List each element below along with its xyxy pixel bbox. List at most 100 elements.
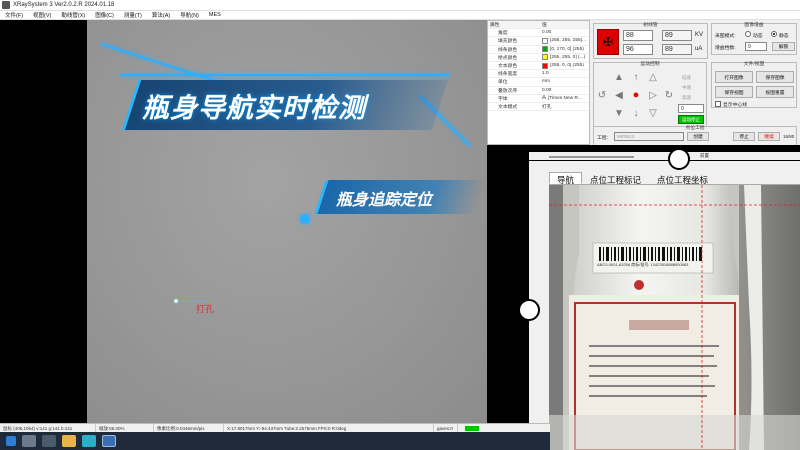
- rotate-cw-icon[interactable]: ↻: [664, 90, 674, 101]
- tab-point-coordinate[interactable]: 点位工程坐标: [649, 172, 716, 185]
- xraysystem-app-icon[interactable]: [102, 435, 116, 447]
- splitter-handle-vertical[interactable]: [518, 299, 540, 321]
- arrow-down-outline-icon[interactable]: ▽: [648, 108, 658, 119]
- control-panel: 射线管 ✠ 88 89 KV 96 89 uA 图像增益 采图模式: 动态 静态…: [590, 20, 800, 145]
- ua-setpoint-input[interactable]: 96: [623, 44, 653, 55]
- edge-browser-icon[interactable]: [82, 435, 96, 447]
- splitter-handle-horizontal[interactable]: [668, 148, 690, 170]
- speed-high[interactable]: 高速: [682, 95, 691, 101]
- tab-point-mark[interactable]: 点位工程标记: [582, 172, 649, 185]
- property-value[interactable]: mm: [542, 79, 589, 84]
- reset-view-button[interactable]: 视图重置: [756, 86, 794, 98]
- gain-label: 增益档数:: [715, 46, 736, 51]
- kv-actual-display: 89: [662, 30, 692, 41]
- property-value[interactable]: 0.00: [542, 88, 589, 93]
- arrow-right-icon[interactable]: ▷: [648, 90, 658, 101]
- xray-image-view[interactable]: [87, 20, 487, 423]
- menu-mes[interactable]: MES: [204, 12, 226, 18]
- main-banner-text: 瓶身导航实时检测: [142, 93, 366, 123]
- property-row[interactable]: 绘点颜色 [255, 255, 0] (...): [488, 54, 589, 62]
- property-value[interactable]: 打孔: [542, 103, 589, 110]
- dynamic-label: 动态: [753, 34, 763, 39]
- task-view-icon[interactable]: [42, 435, 56, 447]
- continue-button[interactable]: 继续: [758, 132, 780, 141]
- speed-mid[interactable]: 中速: [682, 85, 691, 91]
- camera-tabs: 导航 点位工程标记 点位工程坐标: [549, 172, 800, 185]
- xray-power-button[interactable]: ✠: [597, 29, 619, 55]
- property-value-text: [255, 0, 0] (255): [550, 63, 584, 69]
- menu-image[interactable]: 图像(C): [90, 11, 119, 19]
- mode-label: 采图模式:: [715, 34, 736, 39]
- rotate-ccw-icon[interactable]: ↺: [597, 90, 607, 101]
- arrow-down-filled-icon[interactable]: ▼: [614, 108, 624, 119]
- arrow-left-icon[interactable]: ◀: [614, 90, 624, 101]
- arrow-up-filled-icon[interactable]: ▲: [614, 72, 624, 83]
- menu-tube[interactable]: 勒线管(X): [56, 11, 90, 19]
- property-value[interactable]: [0, 170, 0] (255): [542, 46, 589, 53]
- property-value[interactable]: [255, 255, 255]...: [542, 37, 589, 44]
- property-value[interactable]: 0.00: [542, 30, 589, 35]
- property-key: 叠放次序: [498, 88, 518, 94]
- motion-control-title: 运动控制: [640, 62, 660, 67]
- property-row[interactable]: 单位 mm: [488, 78, 589, 87]
- property-value[interactable]: A [Times New R...: [542, 95, 589, 101]
- status-bar: 鼠标 (406,1064) v:141 g:141 b:141 缩放:65.00…: [0, 423, 550, 433]
- center-line-checkbox[interactable]: [715, 101, 721, 107]
- annotation-label[interactable]: 打孔: [196, 302, 214, 315]
- property-row[interactable]: 填充颜色 [255, 255, 255]...: [488, 37, 589, 46]
- project-select[interactable]: MR0913: [614, 132, 684, 141]
- open-image-button[interactable]: 打开图像: [715, 71, 753, 83]
- file-explorer-icon[interactable]: [62, 435, 76, 447]
- property-header-value: 值: [542, 23, 547, 29]
- property-value[interactable]: [255, 255, 0] (...): [542, 54, 589, 61]
- property-value[interactable]: 1.0: [542, 71, 589, 76]
- menu-file[interactable]: 文件(F): [0, 11, 28, 19]
- marker-point[interactable]: [174, 299, 178, 303]
- camera-view[interactable]: ABC0-0001-83256 商标/批号: 13423518888000983: [549, 185, 800, 450]
- property-key: 文本颜色: [498, 64, 518, 70]
- menu-view[interactable]: 视图(V): [28, 11, 56, 19]
- unlock-button[interactable]: 解锁: [772, 42, 795, 51]
- speed-low[interactable]: 低速: [682, 75, 691, 81]
- property-row[interactable]: 线条宽度 1.0: [488, 70, 589, 79]
- property-key: 绘点颜色: [498, 55, 518, 61]
- position-input[interactable]: 0: [678, 104, 704, 113]
- property-row[interactable]: 叠放次序 0.00: [488, 87, 589, 95]
- viewport-margin-left: [0, 20, 87, 423]
- property-key: 字体: [498, 96, 508, 102]
- nav-bar-label: 前置: [700, 153, 709, 158]
- save-image-button[interactable]: 保存图像: [756, 71, 794, 83]
- property-row[interactable]: 字体 A [Times New R...: [488, 95, 589, 103]
- project-label: 工程:: [597, 136, 608, 141]
- project-title: 点位工程: [685, 126, 705, 131]
- search-icon[interactable]: [22, 435, 36, 447]
- kv-setpoint-input[interactable]: 88: [623, 30, 653, 41]
- bottle-barcode-text: ABC0-0001-83256 商标/批号: 13423518888000983: [597, 262, 689, 267]
- home-center-icon[interactable]: ●: [631, 89, 641, 101]
- menu-navigation[interactable]: 导航(N): [175, 11, 204, 19]
- start-icon[interactable]: [6, 436, 16, 446]
- property-row[interactable]: 线条颜色 [0, 170, 0] (255): [488, 46, 589, 54]
- gain-select[interactable]: 9: [745, 42, 767, 51]
- property-grid: 属性 值 角度 0.00 填充颜色 [255, 255, 255]... 线条颜色 […: [487, 20, 590, 145]
- static-radio[interactable]: [771, 31, 777, 37]
- property-row[interactable]: 角度 0.00: [488, 29, 589, 38]
- nav-slider-track[interactable]: [549, 156, 634, 158]
- arrow-down-icon[interactable]: ↓: [631, 108, 641, 119]
- stop-button[interactable]: 停止: [733, 132, 755, 141]
- tab-navigation[interactable]: 导航: [549, 172, 583, 185]
- title-bar: XRaySystem 3 Ver2.0.2.R 2024.01.18: [0, 0, 800, 11]
- create-button[interactable]: 创建: [687, 132, 709, 141]
- menu-algorithm[interactable]: 算法(A): [147, 11, 175, 19]
- arrow-up-outline-icon[interactable]: △: [648, 72, 658, 83]
- property-value[interactable]: [255, 0, 0] (255): [542, 62, 589, 69]
- property-row[interactable]: 文本模式 打孔: [488, 103, 589, 112]
- save-view-button[interactable]: 保存视图: [715, 86, 753, 98]
- arrow-up-icon[interactable]: ↑: [631, 72, 641, 83]
- dynamic-radio[interactable]: [745, 31, 751, 37]
- property-key: 文本模式: [498, 104, 518, 110]
- property-row[interactable]: 文本颜色 [255, 0, 0] (255): [488, 62, 589, 71]
- xray-tube-group: 射线管 ✠ 88 89 KV 96 89 uA: [593, 23, 708, 59]
- panel-divider: [529, 160, 800, 161]
- menu-measure[interactable]: 测量(T): [119, 11, 147, 19]
